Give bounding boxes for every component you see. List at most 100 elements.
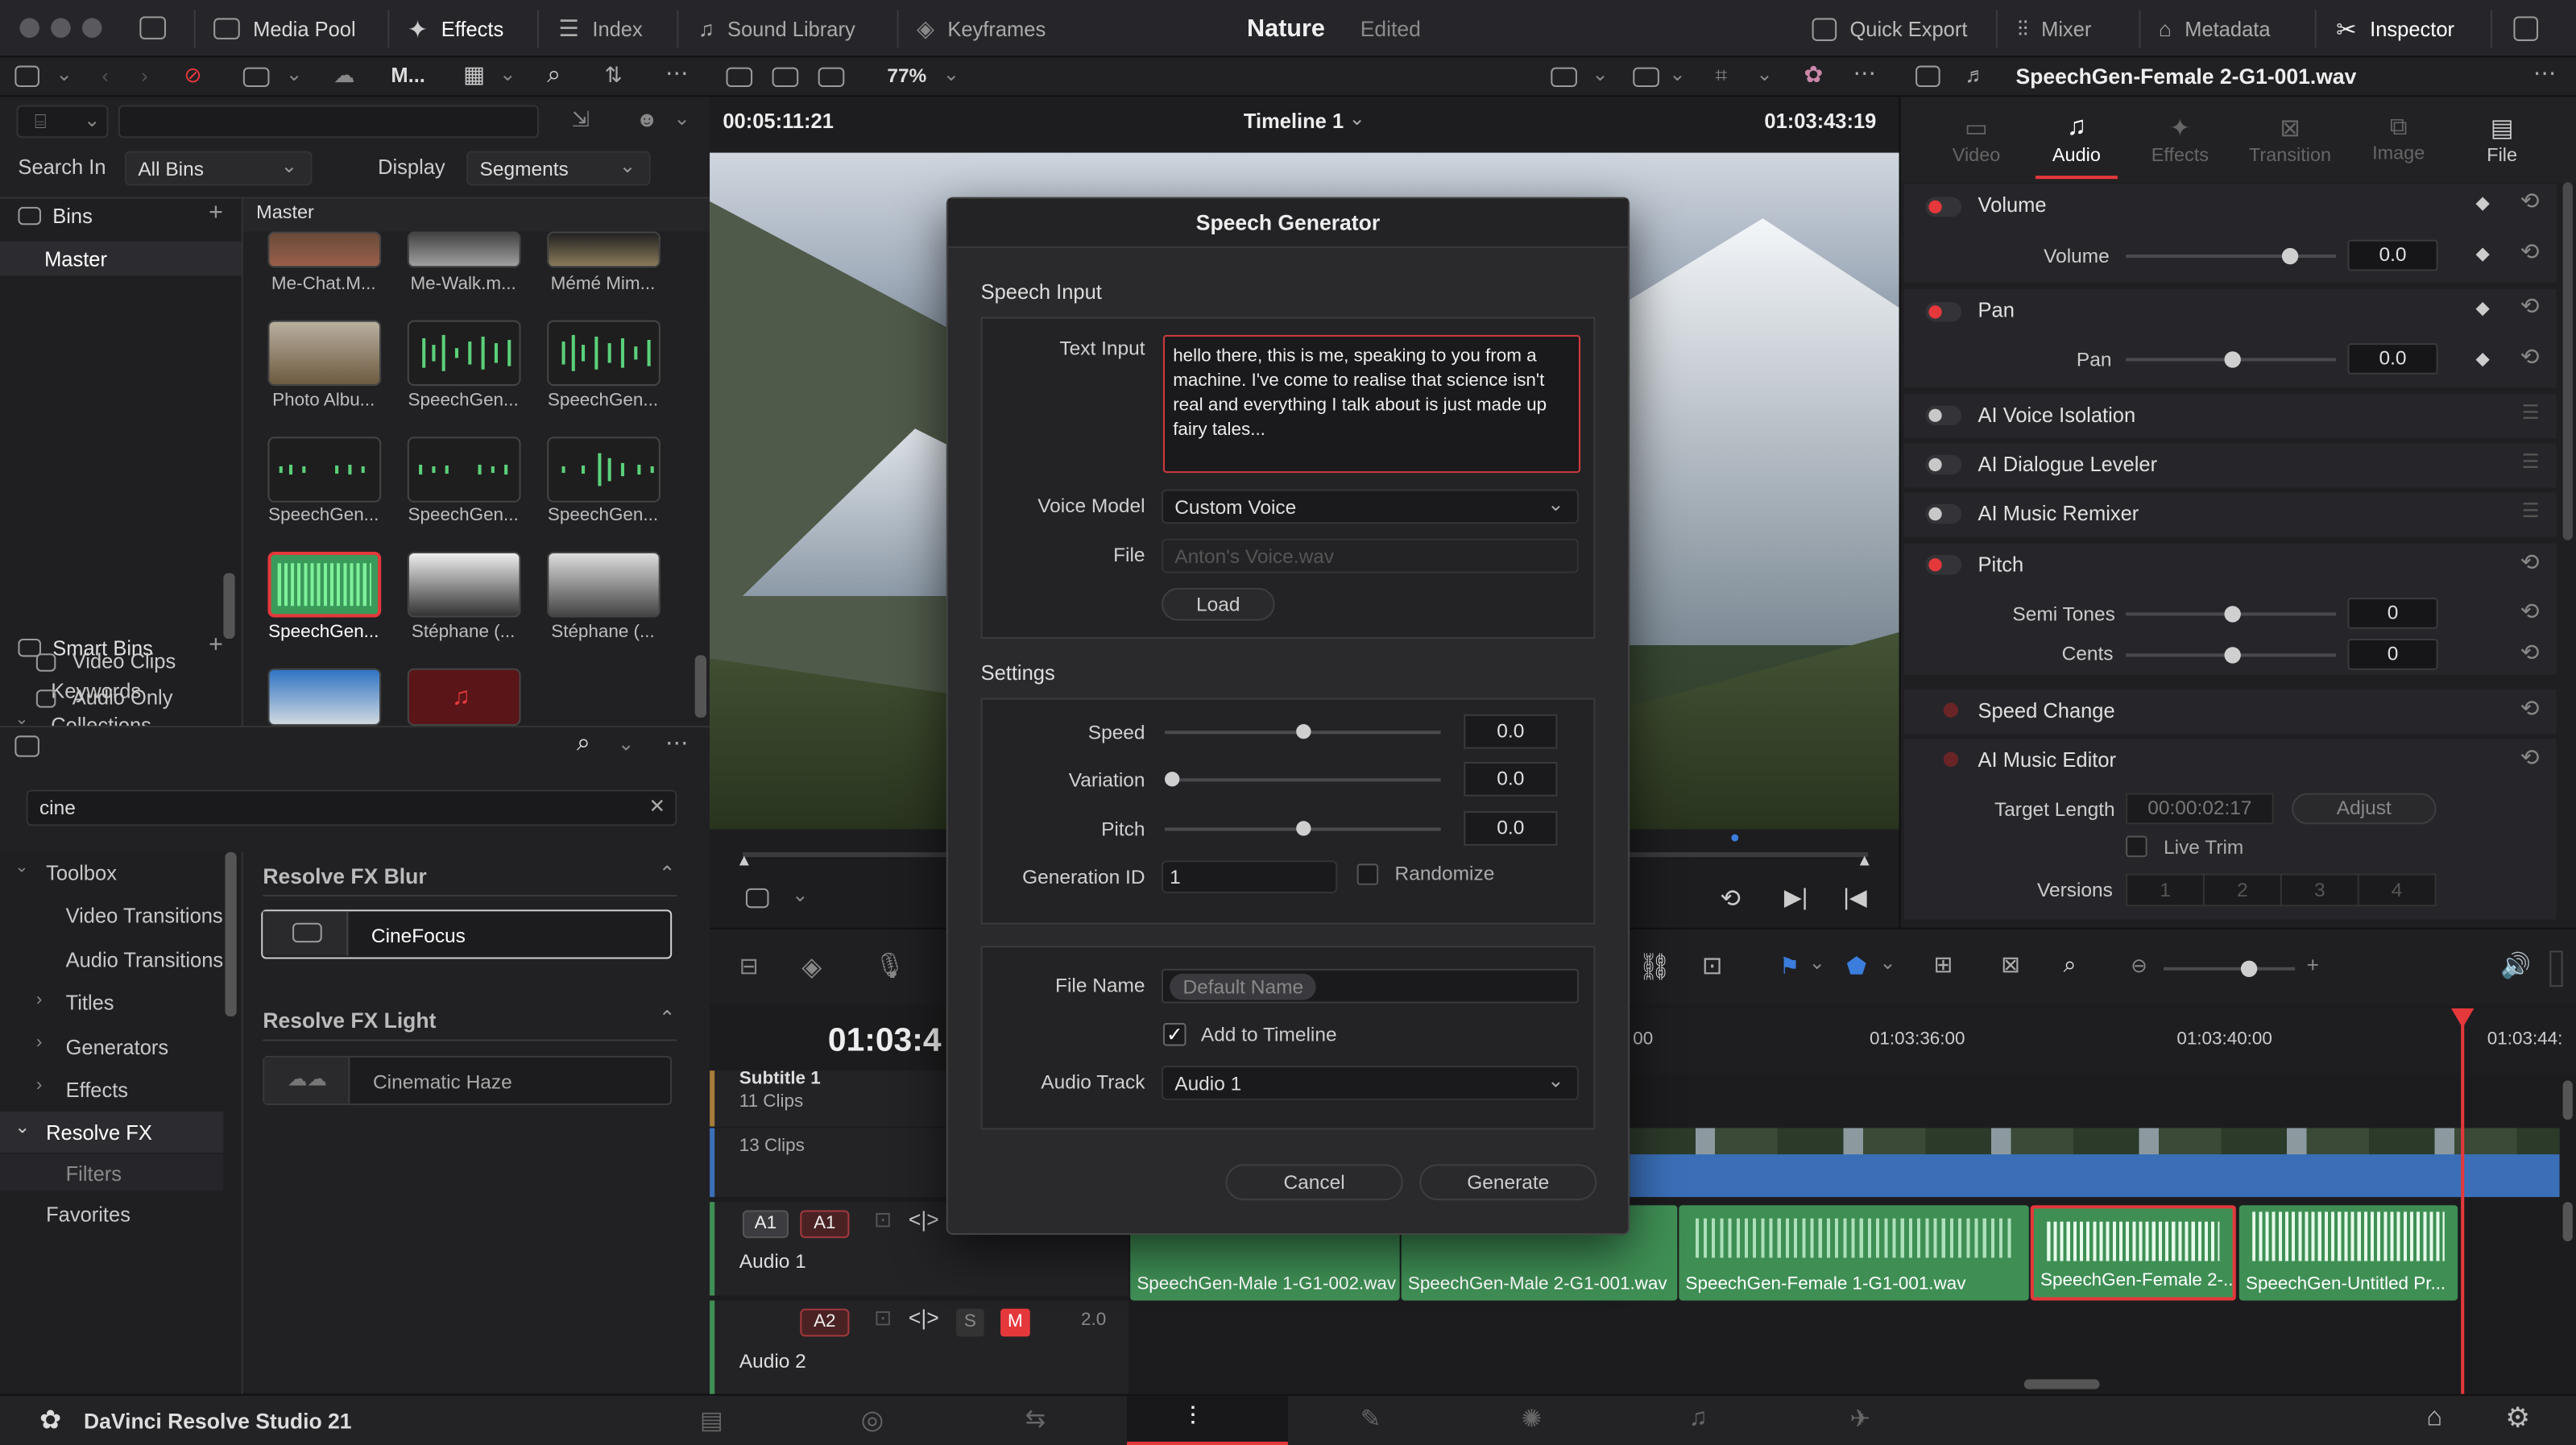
cut-page-icon[interactable]: ◎ [861,1404,884,1437]
clip-thumbnail[interactable] [407,551,521,618]
playhead[interactable] [2461,1011,2465,1396]
timeline-zoom-slider[interactable] [2164,960,2296,977]
audio-clip[interactable]: SpeechGen-Female 1-G1-001.wav [1679,1205,2029,1301]
lock-icon[interactable]: ⊡ [874,1207,892,1233]
video-clip[interactable] [1630,1128,2560,1198]
chevron-down-icon[interactable]: ⌄ [1808,950,1825,974]
fx-favorites[interactable]: Favorites [46,1203,130,1227]
keyframes-button[interactable]: ◈ Keyframes [917,0,1046,57]
mute-button[interactable]: M [1000,1308,1030,1337]
add-to-timeline-checkbox[interactable]: ✓ [1162,1023,1187,1046]
selected-audio-clip-thumbnail[interactable] [267,551,382,618]
effects-button[interactable]: ✦ Effects [408,0,503,57]
voice-model-dropdown[interactable]: Custom Voice ⌄ [1161,489,1579,524]
voice-isolation-toggle[interactable] [1925,405,1962,425]
forward-arrow-icon[interactable]: › [141,64,147,88]
bin-name-truncated[interactable]: M... [391,64,425,88]
tab-image[interactable]: ⧉ Image [2358,114,2440,164]
fairlight-page-icon[interactable]: ♫ [1689,1404,1708,1432]
text-input-field[interactable]: hello there, this is me, speaking to you… [1162,334,1580,474]
add-bin-icon[interactable]: + [209,199,223,227]
variation-slider[interactable] [1165,772,1441,787]
audio-track-dropdown[interactable]: Audio 1 ⌄ [1161,1066,1579,1100]
chevron-down-icon[interactable]: ⌄ [943,62,960,85]
tab-audio[interactable]: ♫ Audio [2035,114,2118,180]
chevron-down-icon[interactable]: ⌄ [1756,62,1773,85]
chevron-down-icon[interactable]: ⌄ [1592,62,1609,85]
chevron-up-icon[interactable]: ⌃ [659,1007,676,1030]
fusion-page-icon[interactable]: ✎ [1360,1404,1381,1434]
generation-id-field[interactable]: 1 [1161,860,1338,893]
zoom-custom-icon[interactable]: ⌕ [2064,950,2077,979]
timeline-scrollbar[interactable] [2562,1080,2573,1120]
cents-value[interactable]: 0 [2347,639,2438,670]
clip-thumbnail[interactable] [547,551,661,618]
semi-tones-value[interactable]: 0 [2347,598,2438,629]
pool-scrollbar[interactable] [694,655,706,718]
adjust-button[interactable]: Adjust [2292,793,2437,825]
link-icon[interactable]: ⛓ [1638,950,1671,983]
dialogue-leveler-toggle[interactable] [1925,454,1962,475]
reset-icon[interactable]: ⟲ [2520,639,2540,667]
timeline-h-scrollbar[interactable] [2023,1379,2100,1389]
import-icon[interactable]: ⇲ [572,107,590,134]
bin-view-dropdown[interactable]: ⌸ ⌄ [16,105,109,139]
reset-icon[interactable]: ⟲ [2520,549,2540,577]
mixer-button[interactable]: ⫶⫶ Mixer [2018,0,2092,57]
tab-effects[interactable]: ✦ Effects [2139,114,2221,166]
music-remixer-toggle[interactable] [1925,503,1962,524]
fx-filters[interactable]: Filters [0,1154,224,1190]
clip-view-icon[interactable] [242,67,270,88]
chevron-down-icon[interactable]: ⌄ [673,107,690,130]
reset-icon[interactable]: ⟲ [2520,343,2540,371]
transform-icon[interactable]: ⌗ [1715,62,1727,89]
sound-library-button[interactable]: ♫ Sound Library [698,0,855,57]
minimize-window-button[interactable] [51,18,71,38]
audio-clip-thumbnail[interactable] [547,437,661,503]
generate-button[interactable]: Generate [1419,1164,1597,1201]
pan-toggle[interactable] [1925,302,1962,322]
edit-mode-icon[interactable]: ⊟ [739,952,759,980]
pitch-value[interactable]: 0.0 [1464,811,1558,846]
live-trim-checkbox[interactable] [2126,835,2147,858]
menu-icon[interactable]: ☰ [2522,400,2540,424]
chevron-down-icon[interactable]: ⌄ [499,62,516,85]
in-point-handle[interactable]: ▲ [736,852,752,870]
quick-export-button[interactable]: Quick Export [1812,0,1967,57]
tab-video[interactable]: ▭ Video [1936,114,2018,166]
media-page-icon[interactable]: ▤ [700,1406,723,1435]
sidebar-toggle-icon[interactable] [14,65,39,88]
color-wheel-icon[interactable]: ✿ [1804,60,1823,89]
menu-icon[interactable]: ☰ [2522,499,2540,523]
pan-value[interactable]: 0.0 [2347,343,2438,375]
smart-bin-audio-only[interactable]: Audio Only [72,686,173,710]
next-frame-icon[interactable]: ▶| [1784,884,1808,912]
fx-cinefocus[interactable]: CineFocus [261,909,673,959]
out-point-handle[interactable]: ▲ [1857,852,1873,870]
inspector-button[interactable]: ✂ Inspector [2336,0,2454,57]
fx-video-transitions[interactable]: Video Transitions [66,905,223,928]
search-icon[interactable]: ⌕ [547,60,561,89]
fx-titles[interactable]: Titles [66,992,114,1015]
pitch-slider[interactable] [1165,821,1441,836]
grid-view-icon[interactable]: ▦ [463,60,485,89]
more-options-icon[interactable]: ⋯ [2533,59,2557,87]
more-options-icon[interactable]: ⋯ [1853,59,1877,87]
marker-icon[interactable]: ⬟ [1846,952,1866,980]
maximize-window-button[interactable] [81,18,102,38]
tab-transition[interactable]: ⊠ Transition [2238,114,2343,166]
pan-slider[interactable] [2126,351,2337,368]
smart-bin-video-clips[interactable]: Video Clips [72,650,176,673]
source-a1-patch[interactable]: A1 [742,1210,789,1239]
destination-a1-button[interactable]: A1 [800,1210,850,1239]
volume-toggle[interactable] [1925,197,1962,217]
hd-icon[interactable] [1633,67,1659,88]
settings-gear-icon[interactable]: ⚙ [2505,1402,2530,1435]
collapse-chevron-icon[interactable] [2513,16,2539,41]
clip-thumbnail[interactable] [547,231,661,268]
cloud-icon[interactable]: ☁ [333,62,355,89]
versions-selector[interactable]: 1 2 3 4 [2126,873,2437,907]
audio-clip[interactable]: SpeechGen-Untitled Pr... [2238,1205,2458,1301]
home-icon[interactable]: ⌂ [2426,1404,2442,1434]
filter-field[interactable] [118,105,539,139]
